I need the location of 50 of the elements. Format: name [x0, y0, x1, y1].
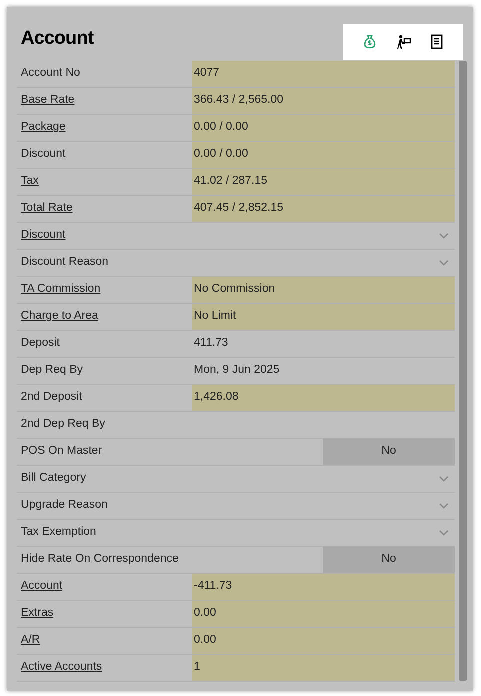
field-link[interactable]: Tax [21, 175, 39, 188]
field-label: Discount Reason [21, 256, 109, 268]
field-label: 2nd Deposit [21, 391, 82, 404]
scrollbar[interactable] [459, 61, 467, 681]
field-label: 2nd Dep Req By [21, 418, 106, 430]
field-value: 366.43 / 2,565.00 [194, 93, 284, 108]
field-label: Bill Category [21, 472, 86, 484]
field-value: 0.00 / 0.00 [194, 147, 248, 162]
field-value: No Limit [194, 309, 236, 324]
field-value: No Commission [194, 282, 276, 298]
chevron-down-icon [439, 503, 449, 509]
field-link[interactable]: Active Accounts [21, 661, 102, 674]
field-link[interactable]: Package [21, 121, 66, 134]
field-link[interactable]: TA Commission [21, 283, 101, 296]
field-label: POS On Master [21, 445, 102, 458]
field-label: Account No [21, 67, 80, 80]
chevron-down-icon [439, 260, 449, 266]
field-link[interactable]: Account [21, 580, 63, 592]
field-value: 0.00 [194, 633, 216, 648]
field-label: Hide Rate On Correspondence [21, 553, 179, 566]
field-label: Tax Exemption [21, 526, 96, 538]
field-link[interactable]: A/R [21, 634, 40, 646]
field-value: 0.00 / 0.00 [194, 120, 248, 136]
person-sign-icon[interactable] [396, 34, 412, 50]
field-label: Discount [21, 148, 66, 160]
field-value: 1,426.08 [194, 390, 239, 406]
field-value: 4077 [194, 66, 220, 82]
field-value: 41.02 / 287.15 [194, 174, 268, 190]
field-link[interactable]: Charge to Area [21, 310, 98, 322]
field-value: Mon, 9 Jun 2025 [194, 363, 280, 378]
chevron-down-icon [439, 233, 449, 239]
field-value: 1 [194, 660, 200, 676]
toggle-button[interactable]: No [323, 547, 455, 573]
field-label: Deposit [21, 337, 60, 350]
receipt-icon[interactable] [430, 34, 444, 50]
chevron-down-icon [439, 530, 449, 536]
field-value: 407.45 / 2,852.15 [194, 201, 284, 216]
field-label: Upgrade Reason [21, 499, 108, 512]
field-link[interactable]: Discount [21, 229, 66, 242]
field-value: 411.73 [194, 336, 228, 352]
field-value: -411.73 [194, 579, 232, 594]
field-link[interactable]: Base Rate [21, 94, 75, 106]
toggle-button[interactable]: No [323, 439, 455, 465]
money-bag-icon[interactable] [362, 34, 378, 50]
field-link[interactable]: Total Rate [21, 202, 73, 214]
panel-title: Account [21, 26, 94, 50]
field-link[interactable]: Extras [21, 607, 54, 620]
chevron-down-icon [439, 476, 449, 482]
field-label: Dep Req By [21, 364, 84, 376]
field-value: 0.00 [194, 606, 216, 622]
